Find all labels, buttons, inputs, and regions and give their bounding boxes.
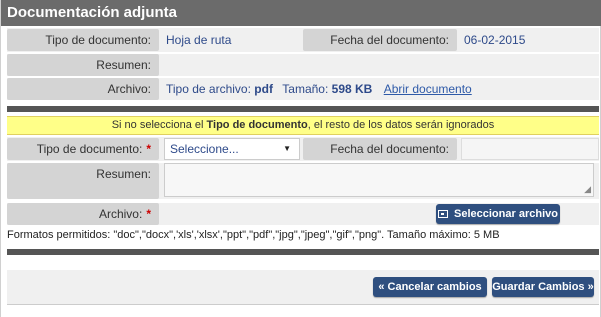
section-divider — [7, 106, 599, 112]
file-type-value: pdf — [254, 82, 273, 96]
document-type-selected: Seleccione... — [170, 142, 239, 156]
dropdown-arrow-icon: ▼ — [283, 144, 291, 153]
existing-file-label: Archivo: — [7, 78, 159, 100]
footer-divider — [7, 304, 599, 305]
existing-file-info: Tipo de archivo: pdf Tamaño: 598 KB Abri… — [166, 78, 472, 100]
open-document-link[interactable]: Abrir documento — [384, 82, 472, 96]
existing-type-label: Tipo de documento: — [7, 29, 159, 51]
allowed-formats-text: Formatos permitidos: "doc","docx",'xls',… — [7, 229, 500, 241]
document-type-select[interactable]: Seleccione... ▼ — [164, 138, 300, 160]
required-mark: * — [146, 142, 151, 156]
existing-type-value: Hoja de ruta — [166, 33, 232, 47]
file-size-value: 598 KB — [331, 82, 373, 96]
existing-date-label: Fecha del documento: — [303, 29, 457, 51]
cancel-changes-button[interactable]: « Cancelar cambios — [373, 277, 487, 297]
summary-textarea[interactable]: ◢ — [164, 163, 594, 197]
new-file-label-text: Archivo: — [98, 207, 143, 221]
select-file-label: Seleccionar archivo — [454, 208, 558, 220]
resize-handle-icon[interactable]: ◢ — [584, 184, 591, 195]
existing-summary-label: Resumen: — [7, 54, 159, 76]
warning-banner: Si no selecciona el Tipo de documento, e… — [7, 116, 599, 135]
document-date-input[interactable] — [461, 138, 599, 160]
new-type-label-text: Tipo de documento: — [36, 142, 143, 156]
attachments-panel: Documentación adjunta Tipo de documento:… — [0, 0, 601, 317]
save-changes-button[interactable]: Guardar Cambios » — [492, 277, 594, 297]
image-icon — [438, 210, 449, 218]
file-type-prefix: Tipo de archivo: — [166, 82, 251, 96]
required-mark: * — [146, 207, 151, 221]
new-date-label: Fecha del documento: — [303, 138, 457, 160]
panel-title: Documentación adjunta — [1, 0, 601, 26]
warning-suffix: , el resto de los datos serán ignorados — [307, 119, 495, 131]
warning-prefix: Si no selecciona el — [111, 119, 207, 131]
existing-date-value: 06-02-2015 — [464, 33, 526, 47]
warning-bold: Tipo de documento — [206, 119, 308, 131]
file-size-prefix: Tamaño: — [282, 82, 329, 96]
new-summary-label: Resumen: — [7, 163, 159, 199]
select-file-button[interactable]: Seleccionar archivo — [436, 204, 560, 224]
new-file-label: Archivo: * — [7, 203, 159, 225]
section-divider — [7, 249, 599, 255]
new-type-label: Tipo de documento: * — [7, 138, 159, 160]
